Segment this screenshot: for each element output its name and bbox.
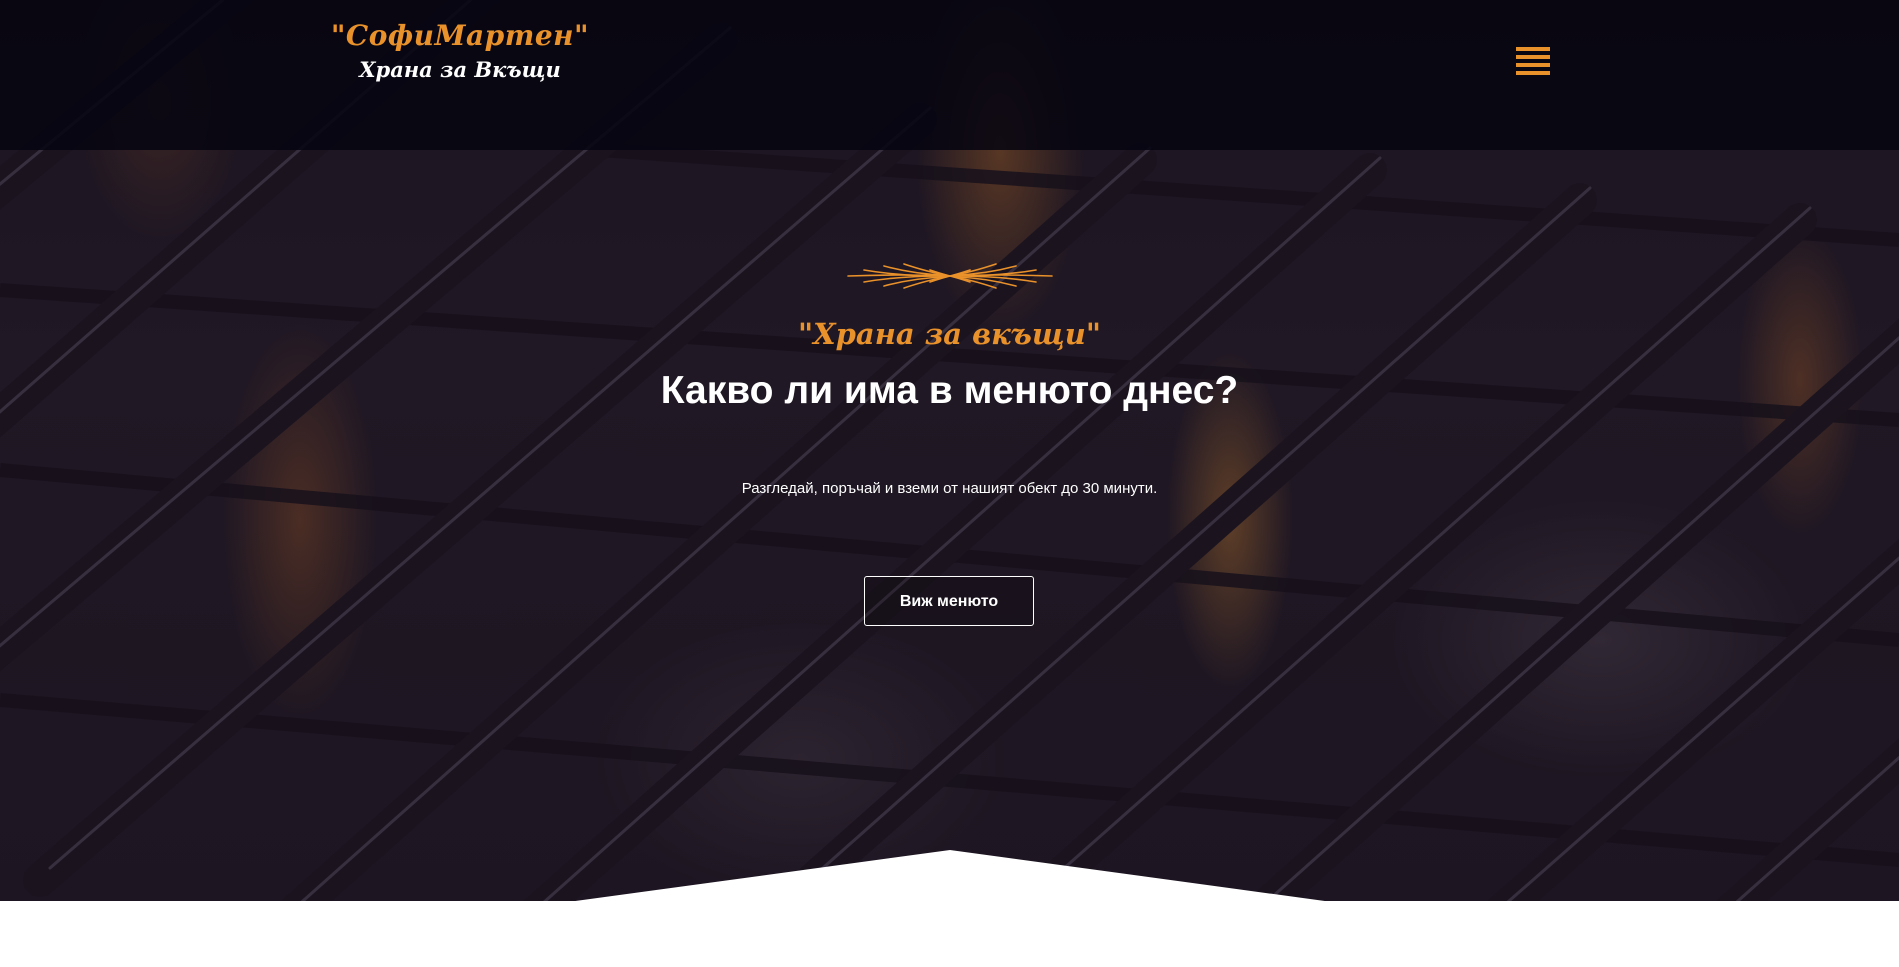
site-logo[interactable]: "СофиМартен" Храна за Вкъщи (330, 16, 590, 84)
hamburger-menu-icon[interactable] (1516, 47, 1550, 81)
hero-title: Какво ли има в менюто днес? (660, 369, 1239, 412)
site-header: "СофиМартен" Храна за Вкъщи (0, 0, 1899, 150)
page: "СофиМартен" Храна за Вкъщи "Храна за вк… (0, 0, 1899, 967)
logo-name: "СофиМартен" (330, 19, 590, 52)
hero-subtitle: Разгледай, поръчай и вземи от нашият обе… (741, 480, 1158, 497)
view-menu-button[interactable]: Виж менюто (864, 576, 1034, 626)
logo-tagline: Храна за Вкъщи (359, 57, 561, 82)
wheat-ornament-icon (847, 263, 1053, 289)
hero-script-heading: "Храна за вкъщи" (798, 317, 1101, 351)
section-divider-shape (0, 850, 1899, 967)
